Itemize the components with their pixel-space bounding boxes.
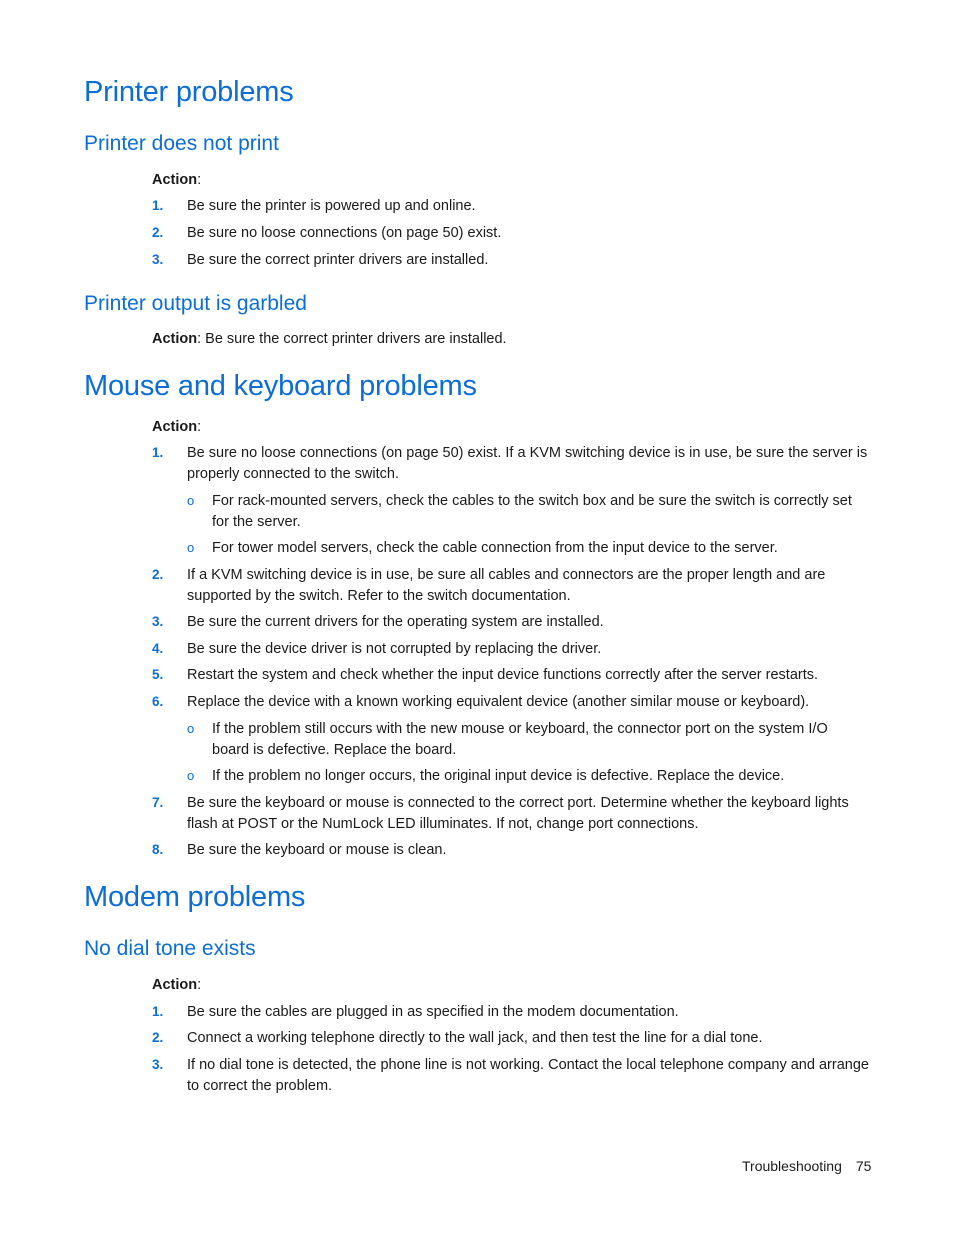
document-page: Printer problems Printer does not print … — [0, 0, 954, 1235]
page-footer: Troubleshooting 75 — [742, 1158, 885, 1174]
bullet-icon: o — [187, 721, 195, 736]
heading-printer-problems: Printer problems — [84, 76, 294, 108]
bullet-icon: o — [187, 768, 195, 783]
footer-section: Troubleshooting — [742, 1158, 842, 1174]
heading-no-dial-tone: No dial tone exists — [84, 937, 256, 960]
heading-modem-problems: Modem problems — [84, 881, 306, 913]
action-label: Action: — [152, 419, 202, 435]
bullet-icon: o — [187, 493, 195, 508]
page-number: 75 — [855, 1158, 872, 1174]
action-label: Action: — [152, 172, 202, 188]
garbled-action: Action: Be sure the correct printer driv… — [152, 331, 507, 347]
heading-printer-output-garbled: Printer output is garbled — [84, 292, 307, 315]
action-label: Action: — [152, 977, 202, 993]
heading-mouse-keyboard-problems: Mouse and keyboard problems — [84, 370, 477, 402]
bullet-icon: o — [187, 540, 195, 555]
heading-printer-does-not-print: Printer does not print — [84, 132, 279, 155]
